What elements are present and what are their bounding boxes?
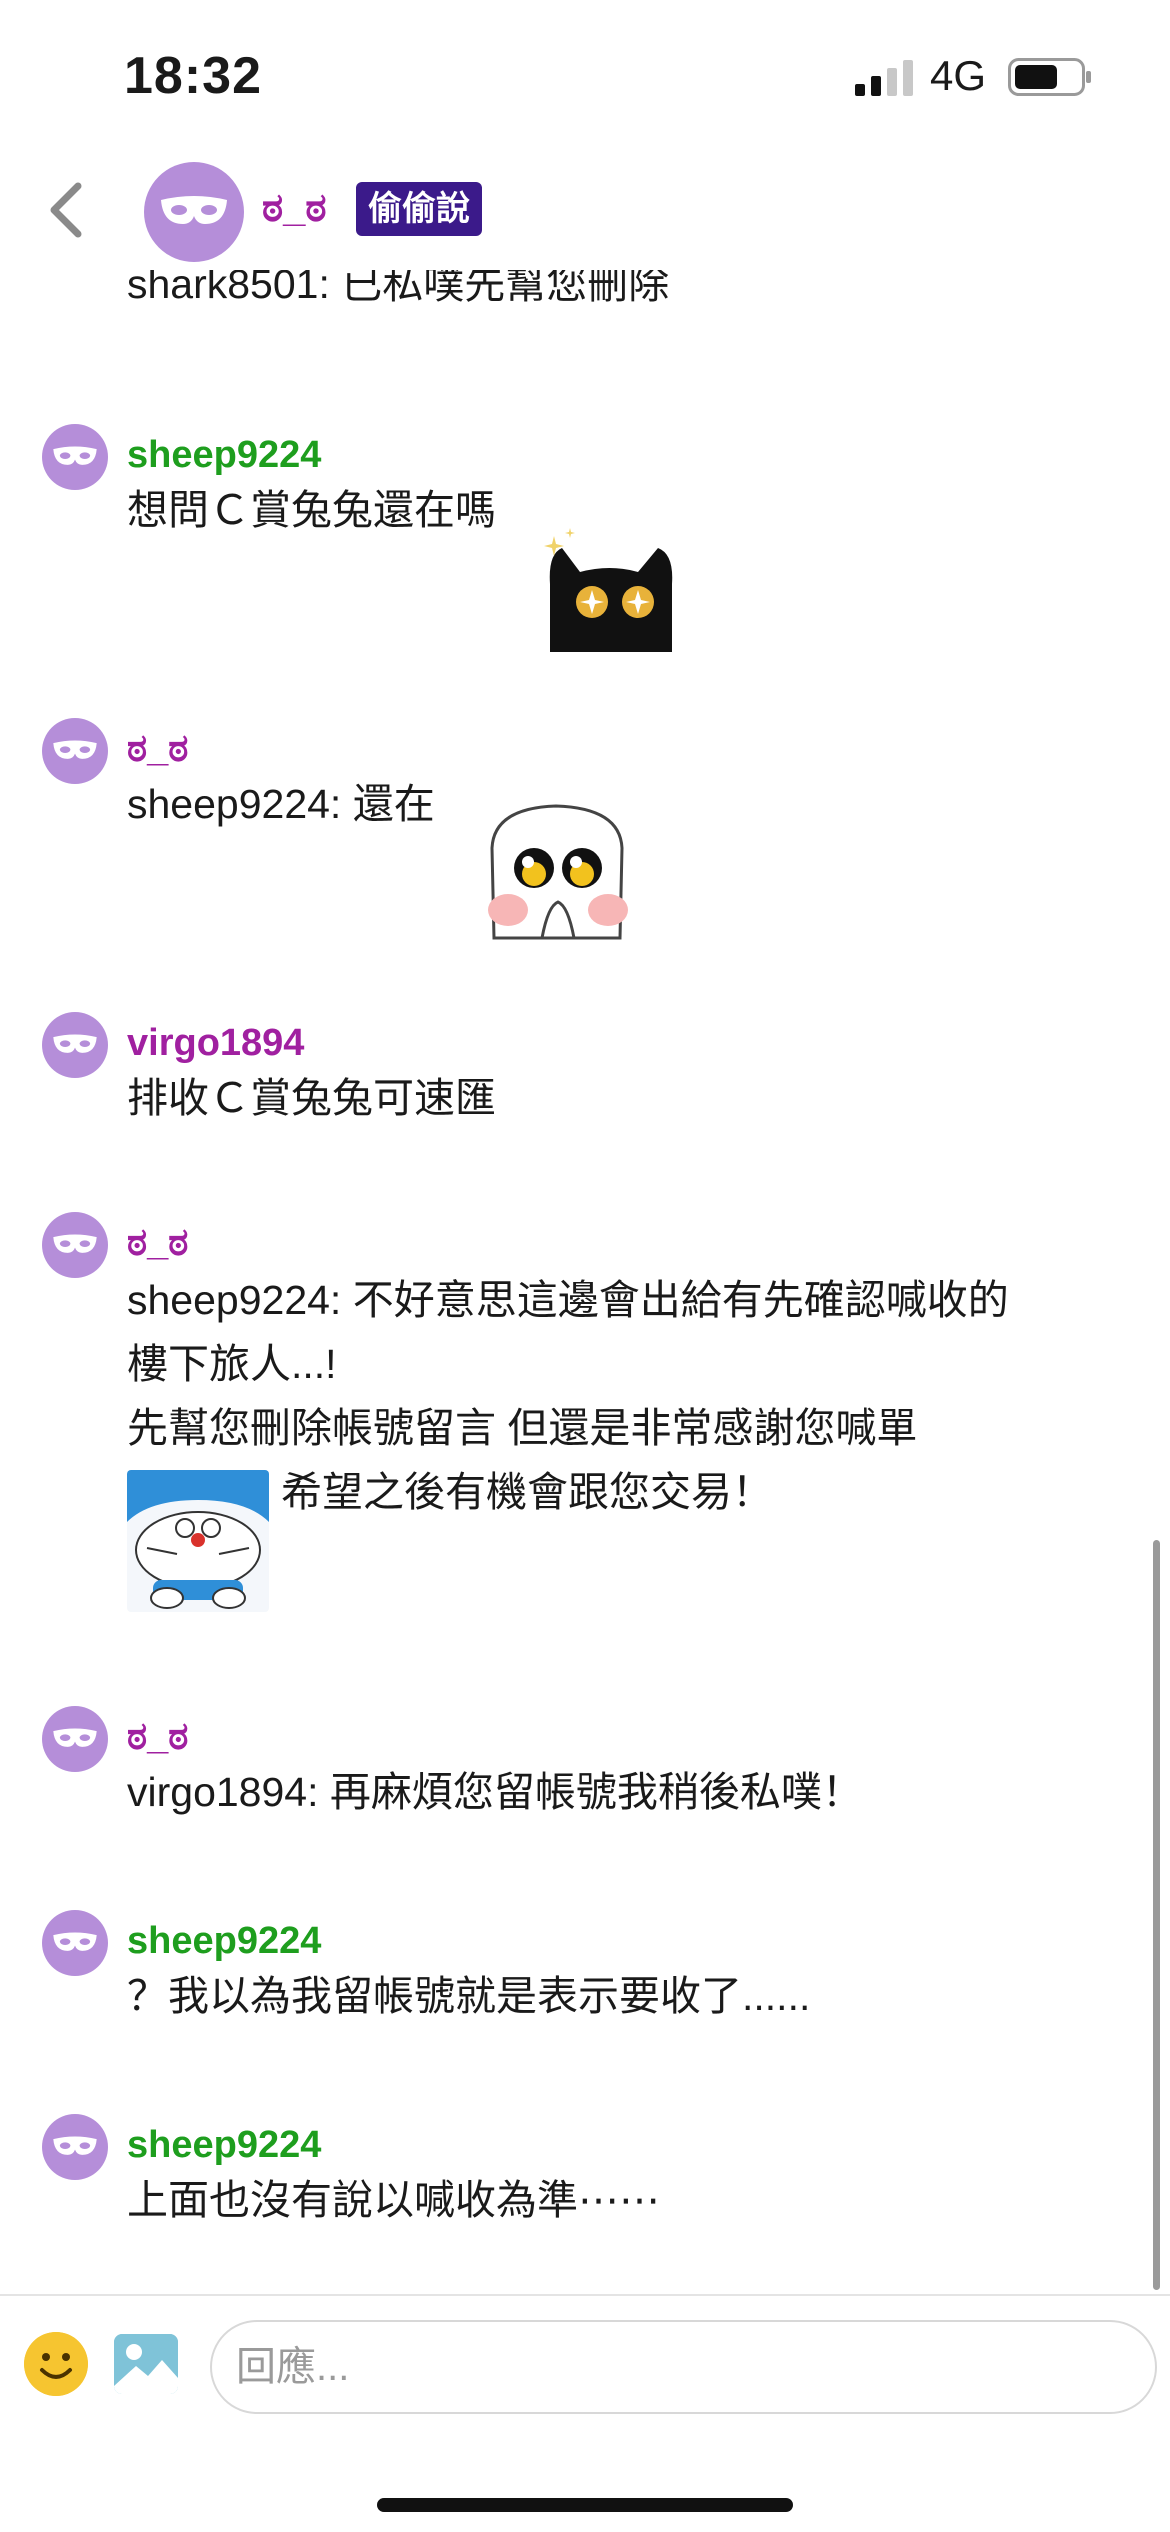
avatar[interactable] xyxy=(42,1706,108,1772)
anonymous-badge: 偷偷說 xyxy=(356,182,482,236)
message-text: ？我以為我留帳號就是表示要收了...... xyxy=(127,1973,811,2019)
chat-header: ಠ_ಠ 偷偷說 xyxy=(0,150,1170,270)
home-indicator[interactable] xyxy=(377,2498,793,2512)
status-time: 18:32 xyxy=(124,47,262,105)
reply-bar xyxy=(0,2294,1170,2532)
mask-icon xyxy=(53,2136,97,2155)
message-text: virgo1894: 再麻煩您留帳號我稍後私噗！ xyxy=(127,1769,863,1815)
avatar[interactable] xyxy=(42,424,108,490)
mask-icon xyxy=(53,740,97,759)
mask-icon xyxy=(161,196,227,224)
doraemon-bowing-sticker xyxy=(127,1470,269,1612)
header-username[interactable]: ಠ_ಠ xyxy=(262,186,327,231)
avatar[interactable] xyxy=(42,2114,108,2180)
status-bar: 18:32 4G xyxy=(0,0,1170,150)
mask-icon xyxy=(53,1034,97,1053)
message-text: 上面也沒有說以喊收為準⋯⋯ xyxy=(127,2177,660,2223)
chevron-left-icon[interactable] xyxy=(42,178,92,242)
avatar[interactable] xyxy=(42,1012,108,1078)
reply-input[interactable] xyxy=(210,2320,1157,2414)
avatar[interactable] xyxy=(144,162,244,262)
message-text-line: 先幫您刪除帳號留言 但還是非常感謝您喊單 xyxy=(127,1405,918,1451)
smiley-icon[interactable] xyxy=(24,2332,88,2396)
mask-icon xyxy=(53,1234,97,1253)
avatar[interactable] xyxy=(42,1910,108,1976)
username[interactable]: virgo1894 xyxy=(127,1022,304,1065)
scrollbar[interactable] xyxy=(1153,1540,1160,2290)
username[interactable]: ಠ_ಠ xyxy=(127,1716,188,1759)
avatar[interactable] xyxy=(42,1212,108,1278)
username[interactable]: sheep9224 xyxy=(127,2124,321,2167)
username[interactable]: ಠ_ಠ xyxy=(127,1222,188,1265)
username[interactable]: sheep9224 xyxy=(127,1920,321,1963)
image-icon[interactable] xyxy=(114,2334,178,2394)
white-cat-teary-eyes-sticker xyxy=(488,804,628,940)
mask-icon xyxy=(53,1728,97,1747)
chat-list[interactable]: shark8501: 已私噗先幫您刪除 sheep9224 想問Ｃ賞兔兔還在嗎 … xyxy=(0,240,1170,2292)
black-cat-sparkle-eyes-sticker xyxy=(544,528,673,652)
username[interactable]: sheep9224 xyxy=(127,434,321,477)
signal-icon xyxy=(855,60,913,96)
message-text: sheep9224: 還在 xyxy=(127,781,435,827)
network-label: 4G xyxy=(930,52,987,99)
message-text-line: 樓下旅人...! xyxy=(127,1341,337,1387)
message-text-line: sheep9224: 不好意思這邊會出給有先確認喊收的 xyxy=(127,1277,1009,1323)
message-text-line: 希望之後有機會跟您交易！ xyxy=(281,1469,773,1515)
mask-icon xyxy=(53,1932,97,1951)
message-text: 想問Ｃ賞兔兔還在嗎 xyxy=(127,487,496,533)
message-text: 排收Ｃ賞兔兔可速匯 xyxy=(127,1075,496,1121)
username[interactable]: ಠ_ಠ xyxy=(127,728,188,771)
battery-icon xyxy=(1008,58,1091,96)
mask-icon xyxy=(53,446,97,465)
avatar[interactable] xyxy=(42,718,108,784)
